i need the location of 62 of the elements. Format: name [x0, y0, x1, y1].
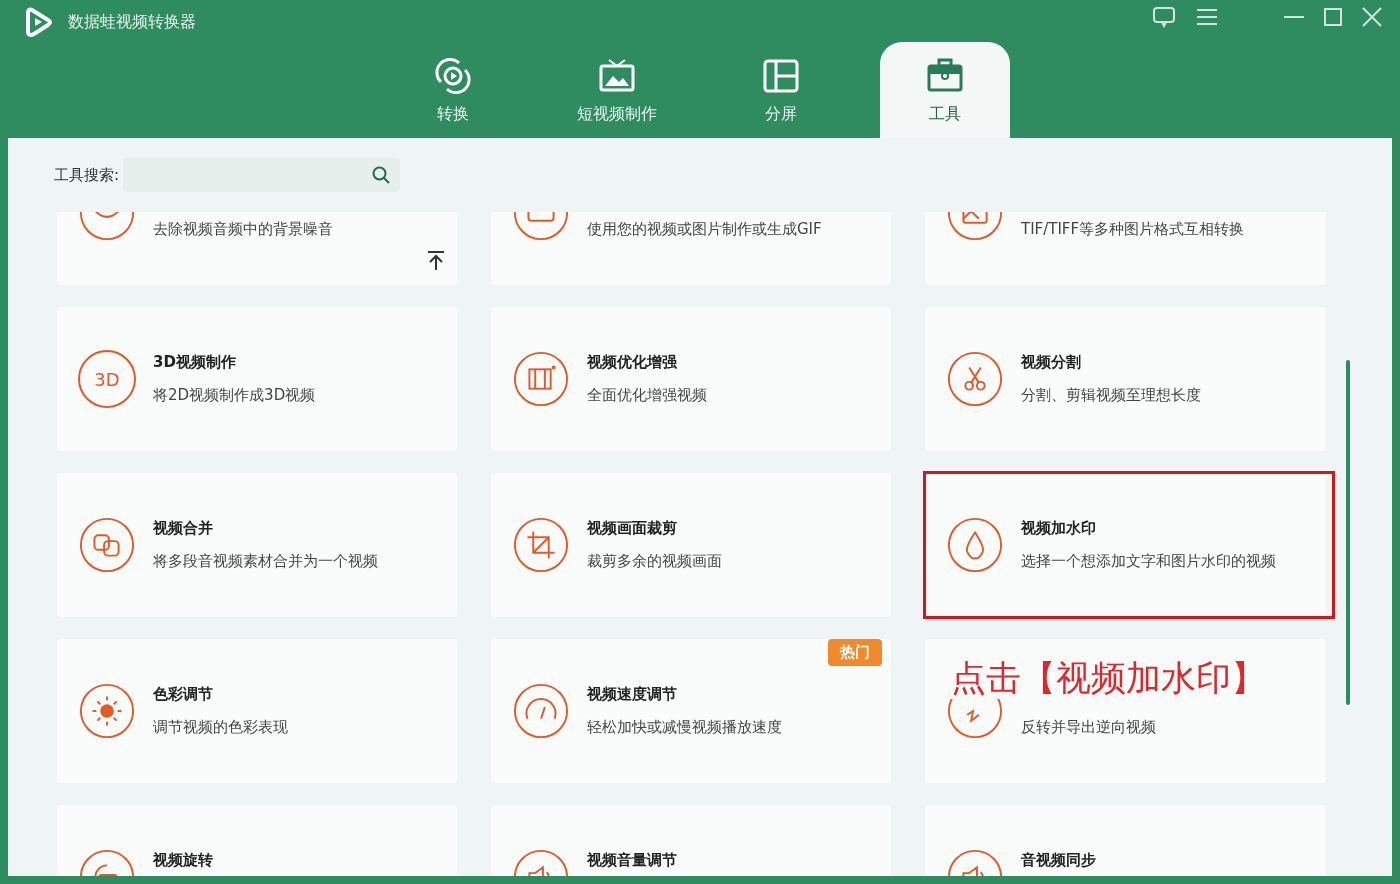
maximize-icon[interactable]: [1324, 8, 1342, 26]
film-icon: [512, 350, 570, 408]
tool-title: 视频加水印: [1021, 518, 1097, 539]
tool-title: 3D视频制作: [153, 352, 237, 373]
merge-icon: [78, 516, 136, 574]
window-title: 数据蛙视频转换器: [68, 11, 196, 33]
tool-description: 将多段音视频素材合并为一个视频: [153, 550, 378, 572]
search-label: 工具搜索:: [54, 165, 120, 185]
scrollbar[interactable]: [1346, 360, 1350, 705]
tool-title: 色彩调节: [153, 684, 214, 705]
tool-description: 使用您的视频或图片制作或生成GIF: [587, 218, 822, 240]
tab[interactable]: 短视频制作: [552, 42, 682, 138]
tool-card[interactable]: 视频旋转: [57, 805, 457, 876]
tool-title: 音视频同步: [1021, 850, 1096, 871]
tool-card[interactable]: 色彩调节 调节视频的色彩表现: [57, 639, 457, 783]
tool-title: 视频优化增强: [587, 352, 678, 373]
tool-title: 视频分割: [1021, 352, 1082, 373]
tool-card[interactable]: 视频速度调节 轻松加快或减慢视频播放速度 热门: [491, 639, 891, 783]
tool-title: 视频画面裁剪: [587, 518, 678, 539]
tool-card[interactable]: 视频画面裁剪 裁剪多余的视频画面: [491, 473, 891, 617]
tool-card[interactable]: 视频合并 将多段音视频素材合并为一个视频: [57, 473, 457, 617]
drop-icon: [946, 516, 1004, 574]
tool-description: 分割、剪辑视频至理想长度: [1021, 384, 1201, 406]
gauge-icon: [512, 682, 570, 740]
tool-description: TIF/TIFF等多种图片格式互相转换: [1021, 218, 1245, 240]
hot-badge: 热门: [828, 639, 882, 666]
tool-description: 全面优化增强视频: [587, 384, 707, 406]
tool-description: 选择一个想添加文字和图片水印的视频: [1021, 550, 1276, 572]
crop-icon: [512, 516, 570, 574]
tool-title: 视频速度调节: [587, 684, 678, 705]
tool-description: 调节视频的色彩表现: [153, 716, 288, 738]
tool-title: 视频音量调节: [587, 850, 677, 871]
feedback-icon[interactable]: [1152, 6, 1176, 28]
tool-description: 去除视频音频中的背景噪音: [153, 218, 333, 240]
sun-icon: [78, 682, 136, 740]
tool-title: 视频旋转: [153, 850, 213, 871]
scissors-icon: [946, 350, 1004, 408]
tool-card[interactable]: 3D 3D视频制作 将2D视频制作成3D视频: [57, 307, 457, 451]
tool-card[interactable]: 视频分割 分割、剪辑视频至理想长度: [925, 307, 1326, 451]
back-to-top-button[interactable]: [427, 251, 445, 271]
3d-icon: 3D: [78, 350, 136, 408]
tool-description: 轻松加快或减慢视频播放速度: [587, 716, 782, 738]
tool-description: 裁剪多余的视频画面: [587, 550, 722, 572]
tool-title: 视频合并: [153, 518, 214, 539]
tool-card[interactable]: 视频优化增强 全面优化增强视频: [491, 307, 891, 451]
tab[interactable]: 工具: [880, 42, 1010, 138]
close-icon[interactable]: [1362, 7, 1382, 27]
tool-card[interactable]: 去除视频音频中的背景噪音: [57, 212, 457, 285]
tool-card[interactable]: 视频音量调节: [491, 805, 891, 876]
convert-icon: [433, 55, 473, 96]
tool-card[interactable]: 使用您的视频或图片制作或生成GIF: [491, 212, 891, 285]
menu-icon[interactable]: [1196, 8, 1218, 26]
tool-card[interactable]: 音视频同步: [925, 805, 1326, 876]
minimize-icon[interactable]: [1284, 15, 1304, 19]
tool-card[interactable]: 点击【视频加水印】 反转并导出逆向视频: [925, 639, 1326, 783]
search-field[interactable]: [123, 158, 401, 192]
tab[interactable]: 转换: [388, 42, 518, 138]
tool-description: 将2D视频制作成3D视频: [153, 384, 316, 406]
tab[interactable]: 分屏: [716, 42, 846, 138]
tool-card[interactable]: TIF/TIFF等多种图片格式互相转换: [925, 212, 1326, 285]
search-icon[interactable]: [372, 166, 391, 184]
tool-description: 反转并导出逆向视频: [1021, 716, 1156, 738]
